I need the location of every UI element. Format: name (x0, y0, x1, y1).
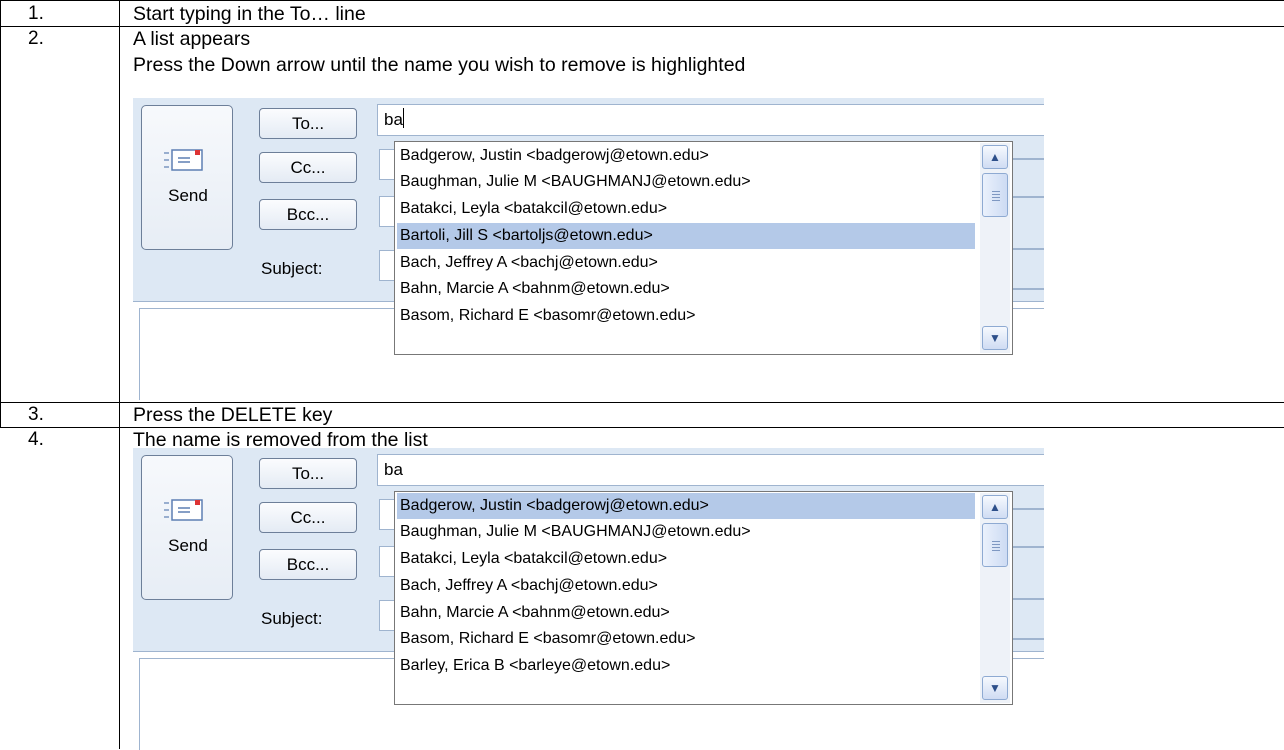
scroll-up-icon[interactable]: ▲ (982, 495, 1008, 519)
bcc-button[interactable]: Bcc... (259, 549, 357, 580)
to-field-value: ba (384, 110, 403, 129)
list-item[interactable]: Basom, Richard E <basomr@etown.edu> (397, 626, 975, 652)
field-edge (1009, 638, 1044, 640)
send-button[interactable]: Send (141, 105, 233, 250)
list-item-highlighted[interactable]: Badgerow, Justin <badgerowj@etown.edu> (397, 493, 975, 519)
step-text: Press the DELETE key (133, 404, 333, 426)
cc-button[interactable]: Cc... (259, 502, 357, 533)
step-number: 3. (28, 404, 44, 425)
step-text: A list appears (133, 28, 251, 50)
list-item[interactable]: Badgerow, Justin <badgerowj@etown.edu> (397, 143, 975, 169)
list-item[interactable]: Batakci, Leyla <batakcil@etown.edu> (397, 196, 975, 222)
to-button[interactable]: To... (259, 458, 357, 489)
email-screenshot-after: Send To... Cc... Bcc... Subject: ba Badg… (133, 448, 1044, 750)
scroll-thumb[interactable] (982, 523, 1008, 567)
list-item[interactable]: Bahn, Marcie A <bahnm@etown.edu> (397, 276, 975, 302)
step-text: Press the Down arrow until the name you … (133, 54, 746, 76)
table-border-top (0, 0, 1284, 1)
field-edge (1009, 598, 1044, 600)
to-button[interactable]: To... (259, 108, 357, 139)
text-caret (402, 108, 404, 128)
step-number: 2. (28, 28, 44, 49)
list-item[interactable]: Barley, Erica B <barleye@etown.edu> (397, 653, 975, 679)
to-field[interactable]: ba (377, 104, 1044, 136)
step-text: Start typing in the To… line (133, 3, 366, 25)
autocomplete-list[interactable]: Badgerow, Justin <badgerowj@etown.edu> B… (394, 491, 1013, 705)
scroll-down-icon[interactable]: ▼ (982, 326, 1008, 350)
field-edge (1009, 288, 1044, 290)
list-item[interactable]: Baughman, Julie M <BAUGHMANJ@etown.edu> (397, 169, 975, 195)
scroll-thumb[interactable] (982, 173, 1008, 217)
envelope-send-icon (164, 149, 203, 171)
list-item[interactable]: Baughman, Julie M <BAUGHMANJ@etown.edu> (397, 519, 975, 545)
list-item-highlighted[interactable]: Bartoli, Jill S <bartoljs@etown.edu> (397, 223, 975, 249)
scroll-down-icon[interactable]: ▼ (982, 676, 1008, 700)
field-edge (1009, 546, 1044, 548)
send-label: Send (168, 536, 208, 555)
list-item[interactable]: Bach, Jeffrey A <bachj@etown.edu> (397, 250, 975, 276)
send-label: Send (168, 186, 208, 205)
list-item[interactable]: Bach, Jeffrey A <bachj@etown.edu> (397, 573, 975, 599)
list-item[interactable]: Batakci, Leyla <batakcil@etown.edu> (397, 546, 975, 572)
table-border-left (0, 0, 1, 428)
step-number: 4. (28, 429, 44, 450)
field-edge (1009, 508, 1044, 510)
scrollbar[interactable]: ▲ ▼ (980, 143, 1010, 353)
subject-label: Subject: (261, 259, 323, 278)
list-item[interactable]: Basom, Richard E <basomr@etown.edu> (397, 303, 975, 329)
field-edge (1009, 248, 1044, 250)
autocomplete-list[interactable]: Badgerow, Justin <badgerowj@etown.edu> B… (394, 141, 1013, 355)
scroll-up-icon[interactable]: ▲ (982, 145, 1008, 169)
bcc-button[interactable]: Bcc... (259, 199, 357, 230)
envelope-send-icon (164, 499, 203, 521)
table-column-divider (119, 0, 120, 749)
scrollbar[interactable]: ▲ ▼ (980, 493, 1010, 703)
email-screenshot-before: Send To... Cc... Bcc... Subject: ba Badg… (133, 98, 1044, 400)
step-number: 1. (28, 3, 44, 24)
cc-button[interactable]: Cc... (259, 152, 357, 183)
to-field-value: ba (384, 460, 403, 479)
list-item[interactable]: Bahn, Marcie A <bahnm@etown.edu> (397, 600, 975, 626)
subject-label: Subject: (261, 609, 323, 628)
field-edge (1009, 196, 1044, 198)
to-field[interactable]: ba (377, 454, 1044, 486)
field-edge (1009, 158, 1044, 160)
send-button[interactable]: Send (141, 455, 233, 600)
